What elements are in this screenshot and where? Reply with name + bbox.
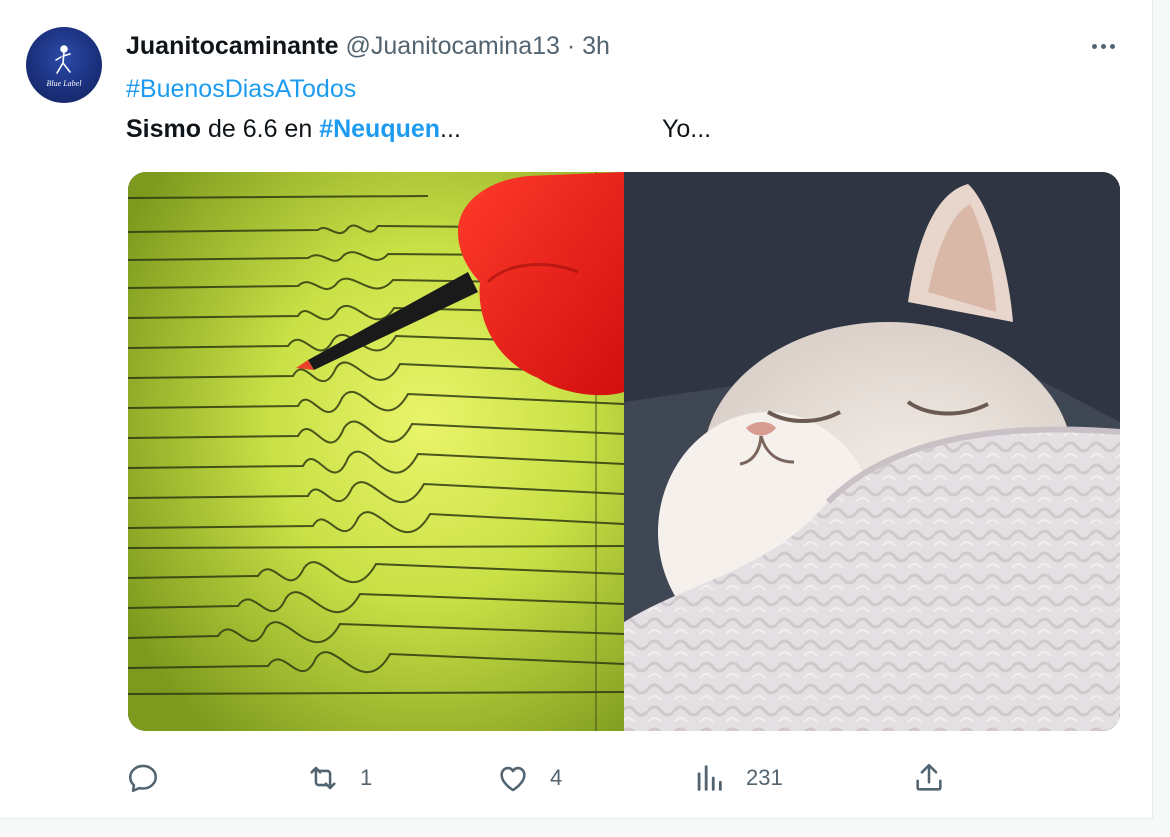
bar-chart-icon [697,765,722,791]
share-icon [916,763,942,791]
like-button[interactable]: 4 [496,758,562,798]
retweet-icon [310,766,336,790]
text-ellipsis: ... [440,115,461,143]
views-count: 231 [746,765,783,790]
share-button[interactable] [912,758,966,798]
text-bold-word: Sismo [126,115,202,143]
views-button[interactable]: 231 [692,758,783,798]
more-dot-icon [1100,43,1106,49]
hashtag-link-neuquen[interactable]: #Neuquen [319,115,440,143]
retweet-button[interactable]: 1 [306,758,372,798]
author-name[interactable]: Juanitocaminante [126,32,339,60]
retweet-count: 1 [360,765,373,790]
tweet-timestamp[interactable]: 3h [582,32,610,60]
meta-separator: · [566,32,576,60]
tweet-actions-bar: 1 4 231 [0,752,1152,802]
tweet-media[interactable] [128,172,1120,731]
heart-icon [500,766,526,792]
author-handle[interactable]: @Juanitocamina13 [346,32,560,60]
avatar-logo-icon: Blue Label [47,45,83,88]
hashtag-link-buenosdias[interactable]: #BuenosDiasATodos [126,72,356,106]
text-middle: de 6.6 en [201,115,320,143]
seismograph-panel [128,172,625,731]
reply-button[interactable] [126,758,180,798]
tweet-text: Sismo de 6.6 en #Neuquen... Yo... [126,112,711,146]
more-dot-icon [1091,43,1097,49]
avatar-label: Blue Label [47,79,83,88]
more-dot-icon [1109,43,1115,49]
like-count: 4 [550,765,563,790]
tweet-header: Juanitocaminante @Juanitocamina13 · 3h [126,30,610,62]
meme-image [128,172,1120,731]
more-options-button[interactable] [1083,28,1123,64]
text-right-caption: Yo... [662,115,712,143]
tweet-card[interactable]: Blue Label Juanitocaminante @Juanitocami… [0,0,1153,819]
reply-icon [128,764,158,793]
author-avatar[interactable]: Blue Label [26,27,102,103]
sleeping-cat-panel [624,172,1120,731]
